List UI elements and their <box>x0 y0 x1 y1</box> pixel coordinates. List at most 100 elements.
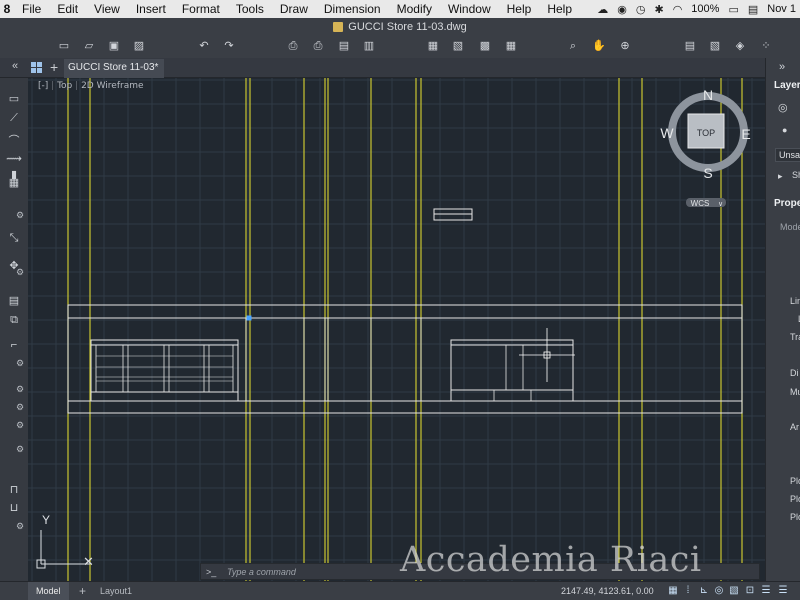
flag-icon[interactable]: ▤ <box>748 3 758 16</box>
menu-dimension[interactable]: Dimension <box>316 2 389 16</box>
save-as-icon[interactable]: ▨ <box>132 39 146 53</box>
orbit-icon[interactable]: ⊕ <box>618 39 632 53</box>
start-tab-icon[interactable] <box>31 62 42 73</box>
collapse-palette-icon[interactable]: « <box>12 60 18 72</box>
palette-settings-icon[interactable]: ⚙ <box>14 356 26 370</box>
battery-icon[interactable]: ▭ <box>728 3 738 16</box>
layers-header[interactable]: Layers <box>774 80 800 91</box>
menu-help-2[interactable]: Help <box>539 2 580 16</box>
mirror-tool-icon[interactable]: ⧉ <box>2 313 26 327</box>
line-app-icon[interactable]: ◉ <box>617 3 627 16</box>
print-icon[interactable]: ⎙ <box>286 39 300 53</box>
compass-north[interactable]: N <box>703 87 713 103</box>
window-titlebar: GUCCI Store 11-03.dwg <box>0 18 800 36</box>
menu-insert[interactable]: Insert <box>128 2 174 16</box>
palette-settings-icon[interactable]: ⚙ <box>14 265 26 279</box>
viewport-menu[interactable]: [-] <box>38 81 48 91</box>
ucs-label[interactable]: WCS <box>691 199 710 208</box>
palette-settings-icon[interactable]: ⚙ <box>14 400 26 414</box>
drawing-svg[interactable] <box>28 78 765 581</box>
wifi-icon[interactable]: ◠ <box>673 3 683 16</box>
save-icon[interactable]: ▣ <box>107 39 121 53</box>
menu-edit[interactable]: Edit <box>49 2 86 16</box>
open-folder-icon[interactable]: ▱ <box>82 39 96 53</box>
hatch-tool-icon[interactable]: ▦ <box>2 176 26 190</box>
menu-format[interactable]: Format <box>174 2 228 16</box>
layer-dropdown[interactable]: Unsa <box>775 148 800 162</box>
palette-settings-icon[interactable]: ⚙ <box>14 418 26 432</box>
compass-south[interactable]: S <box>703 165 712 181</box>
match-properties-icon[interactable]: ▧ <box>708 39 722 53</box>
menu-view[interactable]: View <box>86 2 128 16</box>
polar-toggle-icon[interactable]: ◎ <box>713 585 725 597</box>
time-machine-icon[interactable]: ◷ <box>636 3 646 16</box>
insert-block-icon[interactable]: ▦ <box>426 39 440 53</box>
new-tab-icon[interactable]: + <box>50 59 58 75</box>
polyline-tool-icon[interactable]: ⟋ <box>2 111 26 125</box>
add-layout-icon[interactable]: + <box>76 582 89 600</box>
model-tab[interactable]: Model <box>28 582 69 600</box>
expand-panel-icon[interactable]: » <box>779 61 785 73</box>
new-file-icon[interactable]: ▭ <box>57 39 71 53</box>
drawing-canvas[interactable]: [-] | Top | 2D Wireframe TOP N S W E WCS… <box>28 78 765 581</box>
xref-icon[interactable]: ▧ <box>451 39 465 53</box>
compass-west[interactable]: W <box>660 125 674 141</box>
bluetooth-icon[interactable]: ✱ <box>654 3 663 16</box>
publish-icon[interactable]: ▤ <box>337 39 351 53</box>
dimension-tool-icon[interactable]: ⊓ <box>2 483 26 497</box>
menu-tools[interactable]: Tools <box>228 2 272 16</box>
palette-settings-icon[interactable]: ⚙ <box>14 208 26 222</box>
plot-icon[interactable]: ⎙ <box>311 39 325 53</box>
expand-arrow-icon[interactable]: ▸ <box>778 171 783 182</box>
document-tab[interactable]: GUCCI Store 11-03* <box>64 59 164 78</box>
menubar-date[interactable]: Nov 1 <box>767 3 796 15</box>
lineweight-toggle-icon[interactable]: ☰ <box>760 585 772 597</box>
zoom-icon[interactable]: ⌕ <box>566 39 580 53</box>
spline-tool-icon[interactable]: ⟿ <box>2 152 26 166</box>
viewport-controls[interactable]: [-] | Top | 2D Wireframe <box>38 81 144 91</box>
redo-icon[interactable]: ↷ <box>222 39 236 53</box>
cloud-icon[interactable]: ☁ <box>597 3 608 16</box>
layer-visibility-icon[interactable]: ● <box>782 125 787 135</box>
undo-icon[interactable]: ↶ <box>197 39 211 53</box>
layer-state-icon[interactable]: ◎ <box>778 101 788 114</box>
palette-settings-icon[interactable]: ⚙ <box>14 519 26 533</box>
cursor-coordinates[interactable]: 2147.49, 4123.61, 0.00 <box>561 582 654 600</box>
properties-scope[interactable]: Mode <box>780 222 800 232</box>
line-tool-icon[interactable]: ▭ <box>2 92 26 106</box>
attach-icon[interactable]: ▩ <box>478 39 492 53</box>
menu-file[interactable]: File <box>14 2 49 16</box>
stretch-tool-icon[interactable]: ⤡ <box>2 231 26 245</box>
layout-tab[interactable]: Layout1 <box>92 582 140 600</box>
layer-tools-icon[interactable]: ◈ <box>733 39 747 53</box>
menu-help[interactable]: Help <box>499 2 540 16</box>
properties-header[interactable]: Proper <box>774 198 800 209</box>
menu-draw[interactable]: Draw <box>272 2 316 16</box>
compass-east[interactable]: E <box>741 126 750 142</box>
palette-settings-icon[interactable]: ⚙ <box>14 382 26 396</box>
customize-status-icon[interactable]: ☰ <box>777 585 789 597</box>
menu-modify[interactable]: Modify <box>389 2 440 16</box>
ucs-chevron-icon[interactable]: ∨ <box>718 201 723 208</box>
fillet-tool-icon[interactable]: ⌐ <box>2 338 26 352</box>
grid-toggle-icon[interactable]: ▦ <box>667 585 679 597</box>
layer-item[interactable]: Sh <box>792 170 800 180</box>
connect-icon[interactable]: ⁘ <box>759 39 773 53</box>
menu-window[interactable]: Window <box>440 2 499 16</box>
properties-icon[interactable]: ▤ <box>683 39 697 53</box>
leader-tool-icon[interactable]: ⊔ <box>2 501 26 515</box>
view-name[interactable]: Top <box>57 81 72 91</box>
apple-menu[interactable]: 8 <box>0 2 14 16</box>
snap-toggle-icon[interactable]: ⁞ <box>682 585 694 597</box>
otrack-toggle-icon[interactable]: ⊡ <box>744 585 756 597</box>
viewcube[interactable]: TOP N S W E WCS ∨ <box>658 84 758 214</box>
palette-settings-icon[interactable]: ⚙ <box>14 442 26 456</box>
batch-plot-icon[interactable]: ▥ <box>362 39 376 53</box>
ortho-toggle-icon[interactable]: ⊾ <box>698 585 710 597</box>
copy-tool-icon[interactable]: ▤ <box>2 294 26 308</box>
visual-style[interactable]: 2D Wireframe <box>81 81 143 91</box>
arc-tool-icon[interactable]: ⌒ <box>2 134 26 148</box>
pan-icon[interactable]: ✋ <box>592 39 606 53</box>
osnap-toggle-icon[interactable]: ▧ <box>728 585 740 597</box>
sheet-set-icon[interactable]: ▦ <box>504 39 518 53</box>
